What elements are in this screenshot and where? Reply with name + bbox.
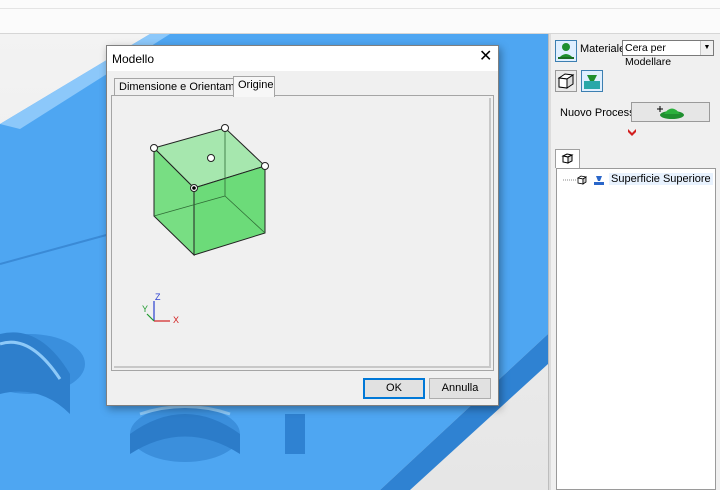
tree-item-label: Superficie Superiore [611, 173, 711, 185]
new-process-label: Nuovo Processo [560, 107, 641, 119]
cancel-button[interactable]: Annulla [429, 378, 491, 399]
dialog-title: Modello [112, 52, 155, 66]
surface-icon [593, 174, 605, 189]
mill-add-icon [657, 106, 684, 119]
origin-point[interactable] [221, 124, 229, 132]
close-icon[interactable]: ✕ [479, 49, 492, 65]
tool-holder-icon[interactable] [581, 70, 603, 92]
origin-point-selected[interactable] [190, 184, 198, 192]
cube-icon[interactable] [555, 70, 577, 92]
axis-x-label: X [173, 315, 180, 325]
cube-icon [561, 153, 574, 164]
person-icon[interactable] [555, 40, 577, 62]
cancel-button-label: Annulla [441, 382, 479, 394]
process-tree[interactable]: Superficie Superiore [556, 168, 716, 490]
origin-point[interactable] [150, 144, 158, 152]
origin-cube-diagram [150, 124, 269, 257]
origin-panel: Z Y X [111, 95, 494, 371]
top-toolbar [0, 0, 720, 34]
material-select-value: Cera per Modellare [625, 42, 672, 68]
chevron-down-icon[interactable]: ▼ [700, 41, 713, 55]
model-dialog: Modello ✕ Dimensione e Orientamento Orig… [106, 45, 499, 406]
material-select[interactable]: Cera per Modellare ▼ [622, 40, 714, 68]
tab-dimension-orientation[interactable]: Dimensione e Orientamento [114, 78, 256, 95]
axis-y-label: Y [142, 304, 149, 314]
tab-label: Origine [238, 79, 274, 91]
new-process-button[interactable] [631, 102, 710, 122]
material-label: Materiale [580, 43, 626, 55]
tree-item-surface[interactable]: Superficie Superiore [609, 173, 713, 185]
axis-z-label: Z [155, 292, 161, 302]
dialog-titlebar[interactable]: Modello ✕ [107, 46, 498, 71]
ok-button[interactable]: OK [363, 378, 425, 399]
tab-model-tree[interactable] [555, 149, 580, 168]
origin-point[interactable] [261, 162, 269, 170]
down-arrow-icon [626, 126, 638, 138]
toolbar-divider [0, 8, 720, 9]
tab-origin[interactable]: Origine [233, 76, 275, 97]
ok-button-label: OK [386, 382, 402, 394]
origin-point[interactable] [207, 154, 215, 162]
right-panel: Materiale Cera per Modellare ▼ Nuovo Pro… [551, 34, 720, 490]
